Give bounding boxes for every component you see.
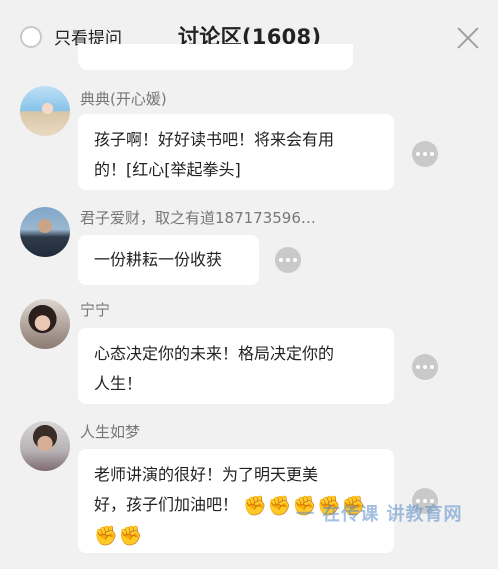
more-icon[interactable] [412,141,438,167]
comment-username[interactable]: 人生如梦 [80,421,140,442]
fist-emoji: ✊ [267,495,292,517]
fist-emoji: ✊ [243,495,267,517]
comment-bubble: 心态决定你的未来！格局决定你的 人生！ [78,328,394,404]
close-icon[interactable] [456,26,480,50]
comment-bubble: 一份耕耘一份收获 [78,235,259,285]
comment-username[interactable]: 宁宁 [80,299,110,320]
comment-text-segment: 好，孩子们加油吧！ [94,495,239,514]
more-icon[interactable] [275,247,301,273]
avatar[interactable] [20,299,70,349]
comment-text-line: 人生！ [94,374,143,393]
avatar[interactable] [20,421,70,471]
comment-bubble: 孩子啊！好好读书吧！将来会有用 的！[红心[举起拳头] [78,114,394,190]
comment-username[interactable]: 君子爱财，取之有道187173596… [80,207,316,228]
comment-text-line: 孩子啊！好好读书吧！将来会有用 [94,130,335,149]
comment-text-line: 的！[红心[举起拳头] [94,160,241,179]
comment-text-line: 老师讲演的很好！为了明天更美 [94,465,319,484]
fist-emoji: ✊ [94,525,118,547]
discussion-panel: 只看提问 讨论区(1608) 典典(开心媛) 孩子啊！好好读书吧！将来会有用 的… [0,0,498,569]
watermark: 一 在传课 讲教育网 [296,504,463,525]
comment-username[interactable]: 典典(开心媛) [80,88,167,109]
fist-emoji: ✊ [118,525,143,547]
previous-comment-bubble [78,44,353,70]
avatar[interactable] [20,86,70,136]
more-icon[interactable] [412,354,438,380]
comment-text-line: 心态决定你的未来！格局决定你的 [94,344,335,363]
comment-text-line: 一份耕耘一份收获 [94,250,223,269]
only-questions-radio[interactable] [20,25,42,48]
avatar[interactable] [20,207,70,257]
